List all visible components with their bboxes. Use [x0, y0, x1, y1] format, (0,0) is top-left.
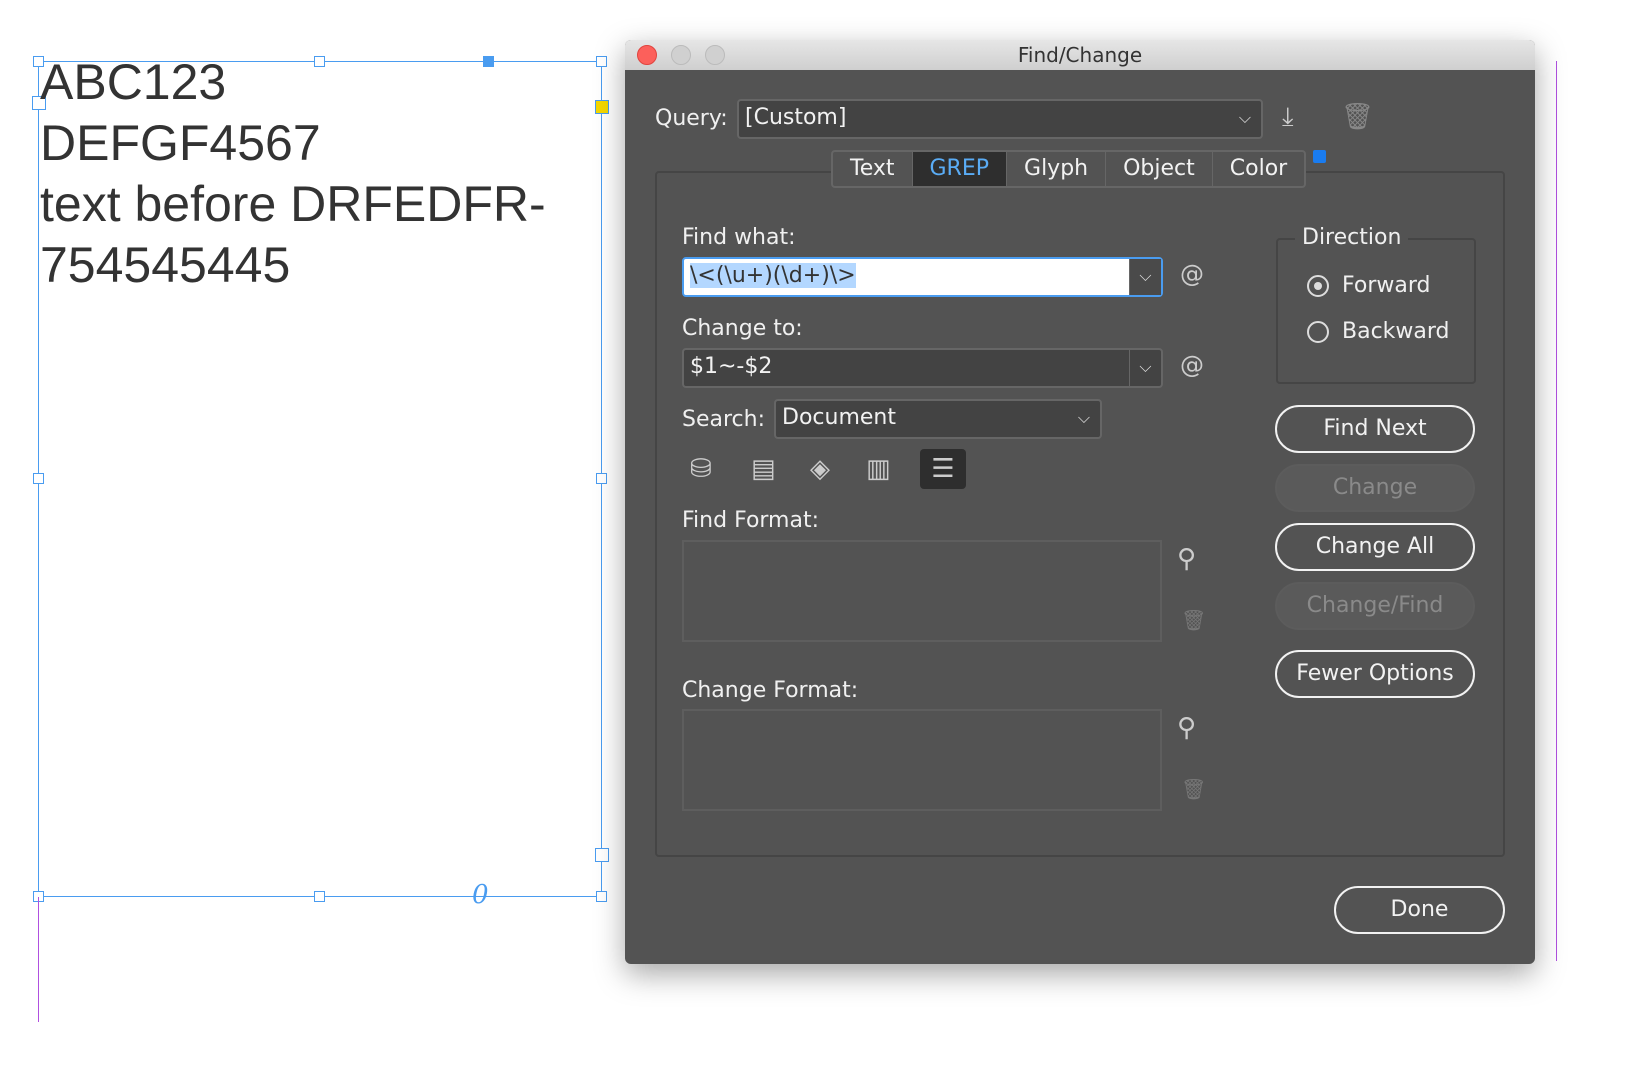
direction-group [1276, 238, 1476, 384]
radio-backward[interactable] [1307, 321, 1329, 343]
special-characters-icon[interactable]: @ [1180, 351, 1204, 379]
guide-line [1556, 61, 1557, 961]
change-all-button[interactable]: Change All [1275, 523, 1475, 571]
find-format-box[interactable] [682, 540, 1162, 642]
text-line: DEFGF4567 [40, 115, 321, 171]
text-line: text before DRFEDFR- [40, 176, 546, 232]
backward-label: Backward [1342, 319, 1450, 344]
corner-options[interactable] [595, 100, 609, 114]
handle[interactable] [596, 891, 607, 902]
specify-format-icon[interactable]: ⚲ [1177, 713, 1196, 743]
forward-label: Forward [1342, 273, 1431, 298]
out-port[interactable] [595, 848, 609, 862]
change-to-input[interactable]: $1~-$2 ⌵ [682, 348, 1163, 388]
specify-format-icon[interactable]: ⚲ [1177, 544, 1196, 574]
tab-grep[interactable]: GREP [912, 152, 1008, 186]
find-next-button[interactable]: Find Next [1275, 405, 1475, 453]
chevron-down-icon[interactable]: ⌵ [1129, 350, 1161, 386]
fewer-options-button[interactable]: Fewer Options [1275, 650, 1475, 698]
tab-glyph[interactable]: Glyph [1007, 152, 1107, 186]
change-format-label: Change Format: [682, 678, 859, 703]
direction-label: Direction [1295, 225, 1409, 250]
handle[interactable] [596, 473, 607, 484]
handle[interactable] [596, 56, 607, 67]
find-change-dialog: Find/Change Query: [Custom] ⌵ ⤓ 🗑 Text GR… [625, 40, 1535, 964]
chevron-down-icon: ⌵ [1077, 408, 1091, 427]
query-select[interactable]: [Custom] ⌵ [737, 99, 1263, 139]
trash-icon[interactable]: 🗑 [1181, 777, 1206, 801]
text-line: 754545445 [40, 237, 291, 293]
tab-indicator [1313, 150, 1326, 163]
tab-bar: Text GREP Glyph Object Color [831, 150, 1307, 188]
search-label: Search: [682, 407, 765, 432]
zoom-button[interactable] [705, 45, 725, 65]
query-label: Query: [655, 106, 728, 131]
save-query-icon[interactable]: ⤓ [1282, 102, 1294, 133]
trash-icon[interactable]: 🗑 [1181, 608, 1206, 632]
find-format-label: Find Format: [682, 508, 820, 533]
include-footnotes-icon[interactable]: ☰ [920, 449, 966, 489]
tab-color[interactable]: Color [1213, 152, 1304, 186]
change-button[interactable]: Change [1275, 464, 1475, 512]
dialog-title: Find/Change [1017, 43, 1143, 67]
include-locked-layers-icon[interactable]: ⛁ [690, 454, 712, 484]
handle[interactable] [314, 891, 325, 902]
include-hidden-layers-icon[interactable]: ◈ [810, 454, 830, 484]
change-find-button[interactable]: Change/Find [1275, 582, 1475, 630]
find-what-label: Find what: [682, 225, 796, 250]
include-master-pages-icon[interactable]: ▥ [866, 454, 891, 484]
title-bar: Find/Change [625, 40, 1535, 70]
text-line: ABC123 [40, 54, 227, 110]
trash-icon[interactable]: 🗑 [1341, 102, 1374, 132]
change-format-box[interactable] [682, 709, 1162, 811]
done-button[interactable]: Done [1334, 886, 1505, 934]
guide-line [38, 897, 39, 1022]
close-button[interactable] [637, 45, 657, 65]
document-text[interactable]: ABC123 DEFGF4567 text before DRFEDFR- 75… [40, 52, 546, 296]
special-characters-icon[interactable]: @ [1180, 260, 1204, 288]
handle[interactable] [33, 473, 44, 484]
chevron-down-icon: ⌵ [1238, 108, 1252, 127]
overset-indicator: 0 [472, 880, 489, 910]
tab-text[interactable]: Text [833, 152, 913, 186]
chevron-down-icon[interactable]: ⌵ [1129, 259, 1161, 295]
change-to-label: Change to: [682, 316, 803, 341]
find-what-input[interactable]: \<(\u+)(\d+)\> ⌵ [682, 257, 1163, 297]
minimize-button[interactable] [671, 45, 691, 65]
tab-object[interactable]: Object [1106, 152, 1213, 186]
search-select[interactable]: Document ⌵ [774, 399, 1102, 439]
include-locked-stories-icon[interactable]: ▤ [751, 454, 776, 484]
radio-forward[interactable] [1307, 275, 1329, 297]
